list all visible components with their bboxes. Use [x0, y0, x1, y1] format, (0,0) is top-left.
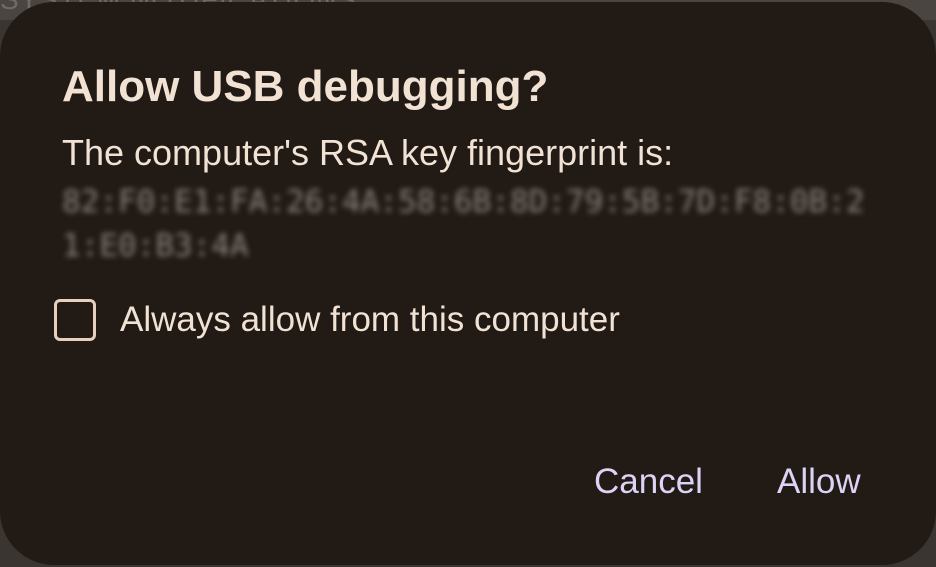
always-allow-row[interactable]: Always allow from this computer [54, 296, 620, 344]
dialog-title: Allow USB debugging? [62, 62, 549, 111]
cancel-button[interactable]: Cancel [594, 462, 703, 502]
rsa-fingerprint-redacted: 82:F0:E1:FA:26:4A:58:6B:8D:79:5B:7D:F8:0… [62, 184, 865, 264]
always-allow-checkbox[interactable] [54, 299, 96, 341]
usb-debugging-dialog: Allow USB debugging? The computer's RSA … [0, 2, 936, 565]
dialog-message: The computer's RSA key fingerprint is: [62, 132, 674, 173]
allow-button[interactable]: Allow [777, 462, 861, 502]
always-allow-label: Always allow from this computer [120, 300, 620, 339]
